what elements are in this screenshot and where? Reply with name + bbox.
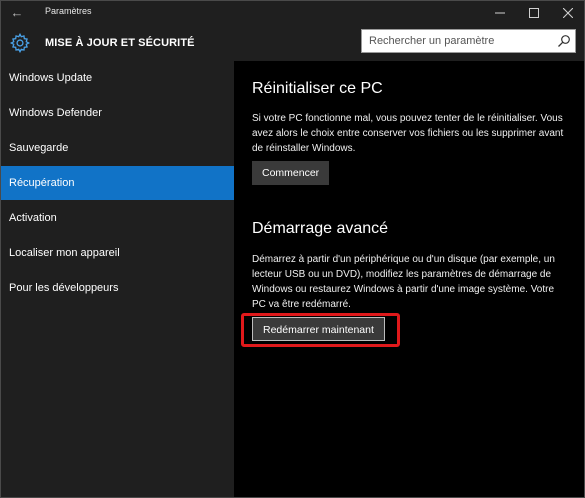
title-bar: ← Paramètres [1,1,584,25]
sidebar-item-windows-update[interactable]: Windows Update [1,61,234,95]
back-arrow-icon[interactable]: ← [7,3,27,23]
content-pane: Réinitialiser ce PC Si votre PC fonction… [234,61,584,497]
reset-heading: Réinitialiser ce PC [252,80,383,97]
sidebar-item-sauvegarde[interactable]: Sauvegarde [1,131,234,165]
maximize-icon[interactable] [517,1,551,25]
sidebar-item-localiser-appareil[interactable]: Localiser mon appareil [1,236,234,270]
search-icon[interactable] [557,34,571,48]
sidebar-item-windows-defender[interactable]: Windows Defender [1,96,234,130]
advanced-startup-heading: Démarrage avancé [252,220,389,237]
settings-header: MISE À JOUR ET SÉCURITÉ [1,25,584,61]
search-box[interactable] [361,29,576,53]
sidebar-item-activation[interactable]: Activation [1,201,234,235]
reset-description: Si votre PC fonctionne mal, vous pouvez … [252,113,564,154]
app-title: Paramètres [45,6,92,16]
sidebar-item-developpeurs[interactable]: Pour les développeurs [1,271,234,305]
settings-window: ← Paramètres MISE À JOUR ET SÉCURITÉ Rec… [0,0,585,498]
section-title: MISE À JOUR ET SÉCURITÉ [45,37,195,49]
advanced-startup-description: Démarrez à partir d'un périphérique ou d… [252,254,555,310]
sidebar-item-recuperation[interactable]: Récupération [1,166,234,200]
gear-icon [9,32,31,54]
highlight-frame [241,313,400,347]
start-reset-button[interactable]: Commencer [252,161,330,185]
minimize-icon[interactable] [483,1,517,25]
search-input[interactable] [362,30,552,52]
close-icon[interactable] [551,1,585,25]
sidebar: Windows Update Windows Defender Sauvegar… [1,61,234,497]
